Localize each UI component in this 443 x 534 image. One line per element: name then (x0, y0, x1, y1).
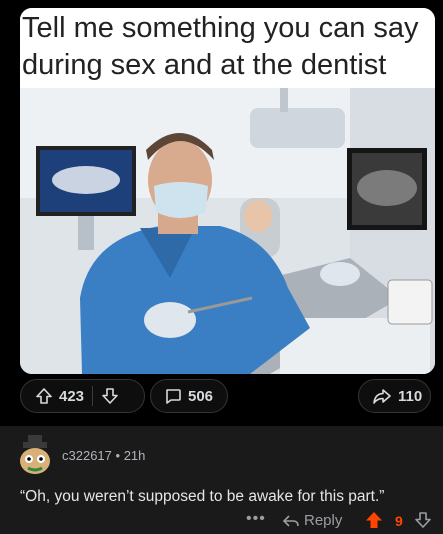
avatar[interactable] (14, 435, 56, 477)
upvote-count: 423 (59, 387, 85, 405)
more-options-button[interactable]: ••• (246, 510, 266, 528)
vote-pill: 423 (20, 379, 145, 413)
meme-caption: Tell me something you can say during sex… (22, 12, 419, 81)
comment-actions: ••• Reply 9 (0, 510, 443, 532)
post-image[interactable]: Tell me something you can say during sex… (20, 8, 435, 374)
dentist-photo (20, 88, 435, 374)
comment-count: 506 (188, 387, 214, 405)
post-action-bar: 423 506 110 (20, 376, 435, 416)
comment-score: 9 (395, 513, 403, 529)
meta-dot: • (115, 448, 124, 463)
share-icon (372, 387, 392, 405)
reply-button[interactable]: Reply (283, 512, 342, 529)
comment: c322617 • 21h “Oh, you weren’t supposed … (0, 426, 443, 534)
reply-icon (283, 514, 299, 528)
comment-body: “Oh, you weren’t supposed to be awake fo… (20, 488, 385, 505)
downvote-icon[interactable] (101, 387, 119, 405)
comment-icon (164, 387, 182, 405)
comment-author[interactable]: c322617 (62, 448, 112, 463)
share-count: 110 (398, 387, 423, 405)
comments-button[interactable]: 506 (150, 379, 228, 413)
comment-meta: c322617 • 21h (62, 448, 145, 463)
comment-downvote-icon[interactable] (414, 511, 432, 534)
reply-label: Reply (304, 512, 343, 529)
upvote-icon[interactable] (35, 387, 53, 405)
meme-caption-area: Tell me something you can say during sex… (20, 8, 435, 88)
comment-upvote-icon[interactable] (365, 511, 383, 534)
vote-divider (92, 386, 94, 406)
share-button[interactable]: 110 (358, 379, 431, 413)
comment-age: 21h (123, 448, 146, 463)
